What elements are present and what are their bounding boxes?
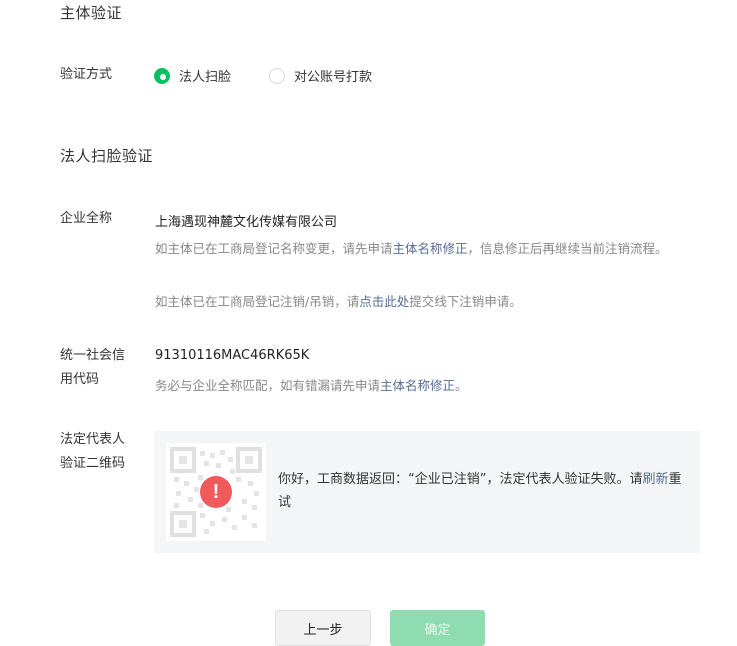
entity-name-correction-link[interactable]: 主体名称修正 xyxy=(393,241,468,256)
label-line: 用代码 xyxy=(60,372,100,387)
label-line: 法定代表人 xyxy=(60,432,126,447)
radio-bank-transfer[interactable]: 对公账号打款 xyxy=(269,66,372,85)
company-name-label: 企业全称 xyxy=(60,211,113,226)
credit-code-hint: 务必与企业全称匹配，如有错漏请先申请主体名称修正。 xyxy=(155,374,705,397)
face-scan-title: 法人扫脸验证 xyxy=(60,147,154,165)
company-hint-rename: 如主体已在工商局登记名称变更，请先申请主体名称修正，信息修正后再继续当前注销流程… xyxy=(155,237,705,260)
hint-text: 如主体已在工商局登记名称变更，请先申请 xyxy=(155,241,393,256)
company-name-value: 上海遇现神麓文化传媒有限公司 xyxy=(155,215,338,230)
radio-face-scan[interactable]: 法人扫脸 xyxy=(154,66,231,85)
credit-code-value: 91310116MAC46RK65K xyxy=(155,348,310,363)
click-here-link[interactable]: 点击此处 xyxy=(359,294,409,309)
qr-code-label: 法定代表人 验证二维码 xyxy=(60,428,140,476)
radio-face-scan-label: 法人扫脸 xyxy=(179,70,232,85)
radio-checked-icon xyxy=(154,67,170,84)
hint-text: ，信息修正后再继续当前注销流程。 xyxy=(467,241,668,256)
label-line: 验证二维码 xyxy=(60,456,126,471)
qr-panel: ! 你好，工商数据返回：“企业已注销”，法定代表人验证失败。请刷新重试 xyxy=(154,431,700,553)
label-line: 统一社会信 xyxy=(60,348,126,363)
confirm-button[interactable]: 确定 xyxy=(390,610,485,646)
hint-text: 务必与企业全称匹配，如有错漏请先申请 xyxy=(155,378,381,393)
qr-code-box: ! xyxy=(166,443,266,541)
radio-bank-transfer-label: 对公账号打款 xyxy=(294,70,373,85)
entity-name-correction-link[interactable]: 主体名称修正 xyxy=(380,378,455,393)
verify-method-label: 验证方式 xyxy=(60,67,113,82)
hint-text: 提交线下注销申请。 xyxy=(409,294,522,309)
error-text: 你好，工商数据返回：“企业已注销”，法定代表人验证失败。请 xyxy=(278,472,643,487)
qr-error-message: 你好，工商数据返回：“企业已注销”，法定代表人验证失败。请刷新重试 xyxy=(278,468,688,514)
radio-unchecked-icon xyxy=(269,67,285,84)
credit-code-label: 统一社会信 用代码 xyxy=(60,344,140,392)
company-hint-deregistered: 如主体已在工商局登记注销/吊销，请点击此处提交线下注销申请。 xyxy=(155,290,705,313)
page-title: 主体验证 xyxy=(60,4,123,22)
refresh-link[interactable]: 刷新 xyxy=(642,472,668,487)
verification-page: 主体验证 验证方式 法人扫脸 对公账号打款 法人扫脸验证 企业全称 上海遇现神麓… xyxy=(0,0,737,646)
hint-text: 如主体已在工商局登记注销/吊销，请 xyxy=(155,294,360,309)
hint-text: 。 xyxy=(455,378,468,393)
exclamation-circle-icon: ! xyxy=(200,476,232,508)
prev-step-button[interactable]: 上一步 xyxy=(275,610,371,646)
